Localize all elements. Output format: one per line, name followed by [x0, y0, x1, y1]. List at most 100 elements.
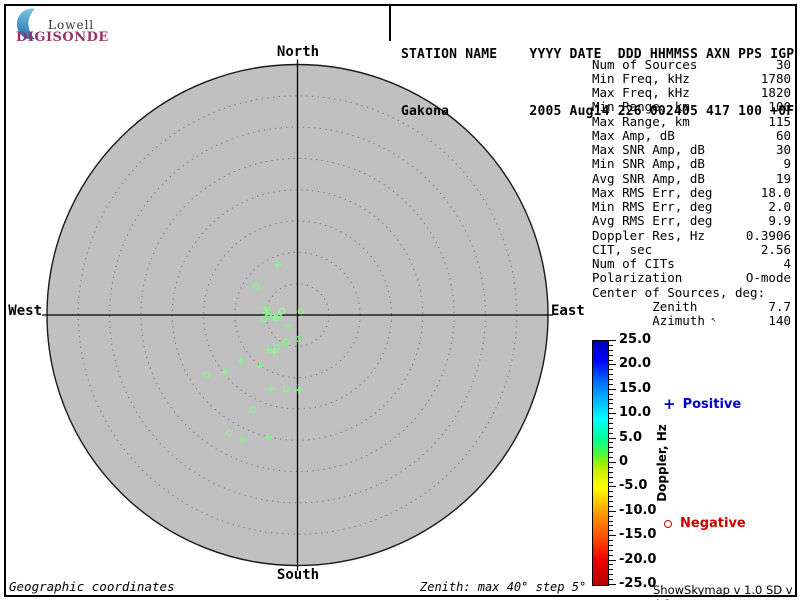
colorbar-tick-label: 10.0 [619, 405, 651, 420]
stats-label: Max Amp, dB [592, 128, 675, 143]
compass-label-south: South [270, 567, 326, 583]
stats-value: 1820 [761, 85, 791, 100]
colorbar-tick [609, 374, 613, 375]
colorbar-tick [609, 472, 613, 473]
colorbar-tick [609, 467, 613, 468]
colorbar-tick [609, 462, 616, 463]
colorbar-tick-labels: 25.020.015.010.05.00-5.0-10.0-15.0-20.0-… [619, 340, 659, 586]
legend-negative: Negative [664, 516, 746, 531]
colorbar-tick [609, 428, 613, 429]
colorbar-tick [609, 550, 613, 551]
colorbar-tick [609, 408, 613, 409]
stats-row: Max SNR Amp, dB30 [592, 143, 791, 157]
stats-label: Max Freq, kHz [592, 85, 690, 100]
colorbar-tick [609, 540, 613, 541]
stats-row: Max RMS Err, deg 18.0 [592, 185, 791, 199]
colorbar-tick [609, 506, 613, 507]
stats-label: Avg RMS Err, deg [592, 213, 712, 228]
azimuth-arrow-icon: ↖ [711, 316, 716, 325]
stats-value: 60 [776, 128, 791, 143]
logo-digisonde-text: DIGISONDE [16, 30, 109, 45]
colorbar-tick [609, 399, 613, 400]
colorbar-tick [609, 345, 613, 346]
stats-row: PolarizationO-mode [592, 271, 791, 285]
legend-negative-label: Negative [680, 516, 746, 531]
colorbar-tick [609, 579, 613, 580]
colorbar-tick [609, 535, 616, 536]
stats-row: Center of Sources, deg: [592, 285, 791, 299]
colorbar-tick [609, 413, 616, 414]
colorbar-tick [609, 389, 616, 390]
colorbar-tick [609, 418, 613, 419]
version-label: ShowSkymap v 1.0 SD v 4.2 [653, 583, 800, 600]
stats-row: Max Freq, kHz 1820 [592, 86, 791, 100]
stats-row: Num of CITs 4 [592, 257, 791, 271]
colorbar-tick [609, 369, 613, 370]
stats-row: Doppler Res, Hz 0.3906 [592, 228, 791, 242]
legend-positive: + Positive [663, 395, 741, 413]
colorbar-tick [609, 340, 616, 341]
colorbar-tick [609, 438, 616, 439]
stats-value: 30 [776, 57, 791, 72]
stats-label: Min Freq, kHz [592, 71, 690, 86]
stats-row: Zenith 7.7 [592, 299, 791, 313]
zenith-scale-label: Zenith: max 40° step 5° [420, 580, 586, 594]
plus-marker-icon: + [663, 395, 676, 413]
colorbar-tick [609, 574, 613, 575]
colorbar-tick [609, 477, 613, 478]
colorbar-tick [609, 394, 613, 395]
colorbar-tick [609, 447, 613, 448]
stats-label: Center of Sources, deg: [592, 285, 765, 300]
header-divider [389, 6, 391, 41]
colorbar-tick [609, 516, 613, 517]
colorbar-tick-label: -20.0 [619, 552, 656, 567]
colorbar-tick [609, 569, 613, 570]
colorbar-tick [609, 555, 613, 556]
stats-label: Max SNR Amp, dB [592, 142, 705, 157]
stats-value: 18.0 [761, 185, 791, 200]
colorbar-tick [609, 525, 613, 526]
stats-value: 2.56 [761, 242, 791, 257]
colorbar-tick [609, 496, 613, 497]
colorbar-tick [609, 584, 616, 585]
stats-row: Min Freq, kHz1780 [592, 71, 791, 85]
colorbar-tick [609, 350, 613, 351]
colorbar-tick [609, 457, 613, 458]
colorbar-tick [609, 384, 613, 385]
stats-label: Doppler Res, Hz [592, 228, 705, 243]
colorbar-tick [609, 521, 613, 522]
colorbar-tick-label: 25.0 [619, 332, 651, 347]
stats-value: 9.9 [768, 213, 791, 228]
stats-value: 4 [783, 256, 791, 271]
stats-label: Max RMS Err, deg [592, 185, 712, 200]
stats-value: 140 [768, 313, 791, 328]
colorbar-tick-label: -5.0 [619, 478, 647, 493]
colorbar-tick [609, 564, 613, 565]
stats-label: Min RMS Err, deg [592, 199, 712, 214]
stats-label: Num of CITs [592, 256, 675, 271]
stats-label: Zenith [592, 299, 697, 314]
colorbar-tick [609, 491, 613, 492]
colorbar-tick [609, 486, 616, 487]
stats-value: 100 [768, 99, 791, 114]
stats-value: 0.3906 [746, 228, 791, 243]
colorbar-tick [609, 482, 613, 483]
colorbar-tick [609, 355, 613, 356]
stats-value: O-mode [746, 270, 791, 285]
colorbar-tick [609, 511, 616, 512]
colorbar-tick [609, 452, 613, 453]
stats-value: 2.0 [768, 199, 791, 214]
stats-value: 7.7 [768, 299, 791, 314]
colorbar-tick [609, 403, 613, 404]
colorbar-tick-label: -10.0 [619, 503, 656, 518]
stats-row: Min RMS Err, deg 2.0 [592, 200, 791, 214]
stats-label: Azimuth [592, 313, 705, 328]
colorbar-ticks [609, 340, 617, 586]
colorbar-tick [609, 423, 613, 424]
stats-row: Azimuth ↖ 140 [592, 314, 791, 328]
colorbar-tick [609, 364, 616, 365]
stats-value: 19 [776, 171, 791, 186]
colorbar-title: Doppler, Hz [655, 413, 669, 513]
stats-row: Num of Sources30 [592, 57, 791, 71]
colorbar-tick [609, 379, 613, 380]
